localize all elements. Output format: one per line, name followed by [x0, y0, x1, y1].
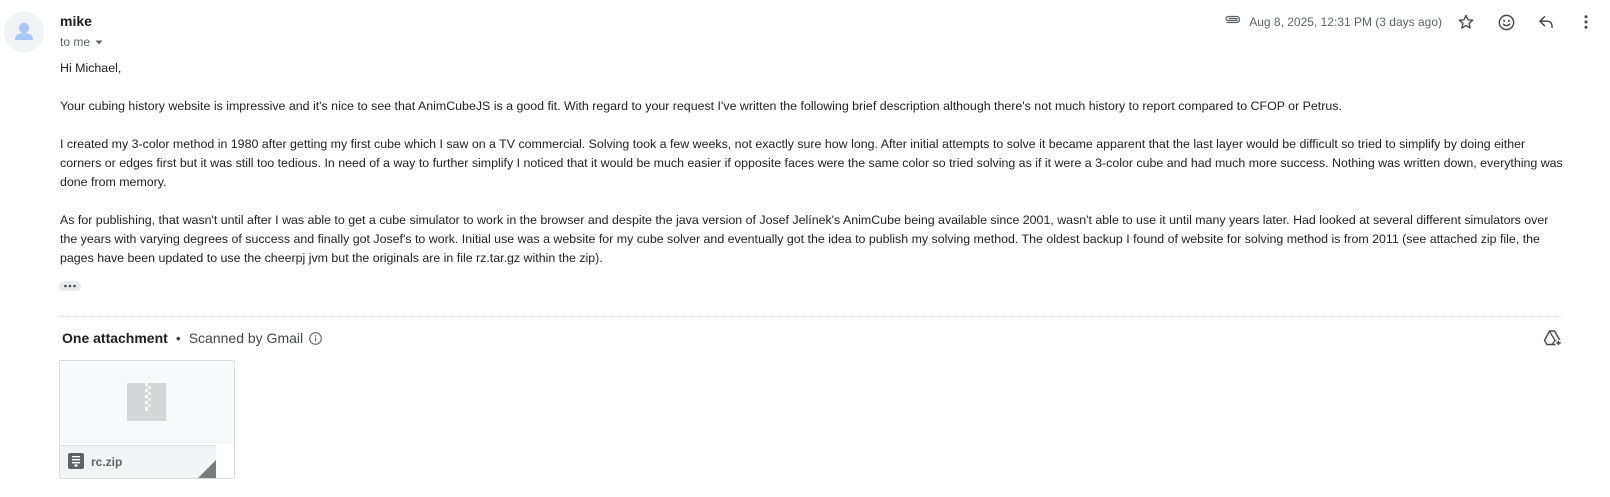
greeting: Hi Michael, [60, 61, 122, 75]
sender-name[interactable]: mike [60, 13, 92, 29]
reply-icon [1539, 16, 1553, 28]
body-paragraph: I created my 3-color method in 1980 afte… [60, 137, 1563, 189]
sender-avatar[interactable] [4, 12, 44, 52]
more-options-button[interactable] [1576, 12, 1596, 32]
message-body: Hi Michael, Your cubing history website … [60, 59, 1564, 287]
separator-dot: • [175, 330, 181, 346]
attachment-clip-icon [1225, 15, 1241, 24]
message-timestamp[interactable]: Aug 8, 2025, 12:31 PM (3 days ago) [1249, 15, 1442, 29]
attachment-preview [60, 361, 234, 444]
emoji-icon [1498, 14, 1514, 30]
body-paragraph: Your cubing history website is impressiv… [60, 99, 1342, 113]
recipient-label: to me [60, 35, 91, 49]
ellipsis-icon [64, 284, 76, 288]
person-icon [15, 22, 33, 40]
more-vert-icon [1584, 15, 1588, 29]
attachment-filename: rc.zip [91, 455, 123, 469]
archive-type-icon [68, 453, 84, 469]
card-corner-fold [198, 460, 216, 478]
star-button[interactable] [1456, 12, 1476, 32]
caret-down-icon [95, 40, 103, 45]
card-corner-gap [216, 445, 234, 460]
reply-button[interactable] [1536, 12, 1556, 32]
recipient-details-toggle[interactable]: to me [60, 35, 106, 49]
add-reaction-button[interactable] [1496, 12, 1516, 32]
attachment-card[interactable]: rc.zip [59, 360, 235, 479]
attachments-header: One attachment • Scanned by Gmail [62, 329, 323, 347]
attachments-divider [60, 316, 1562, 317]
attachments-title: One attachment [62, 330, 168, 346]
info-icon[interactable] [308, 331, 323, 346]
zip-file-icon [127, 383, 166, 421]
message-actions: Aug 8, 2025, 12:31 PM (3 days ago) [1223, 9, 1610, 35]
show-trimmed-content-button[interactable] [59, 281, 81, 291]
body-paragraph: As for publishing, that wasn't until aft… [60, 213, 1549, 265]
card-corner-cut [216, 460, 234, 478]
scanned-label: Scanned by Gmail [188, 330, 304, 346]
star-icon [1458, 14, 1474, 29]
add-to-drive-icon[interactable] [1543, 329, 1563, 347]
